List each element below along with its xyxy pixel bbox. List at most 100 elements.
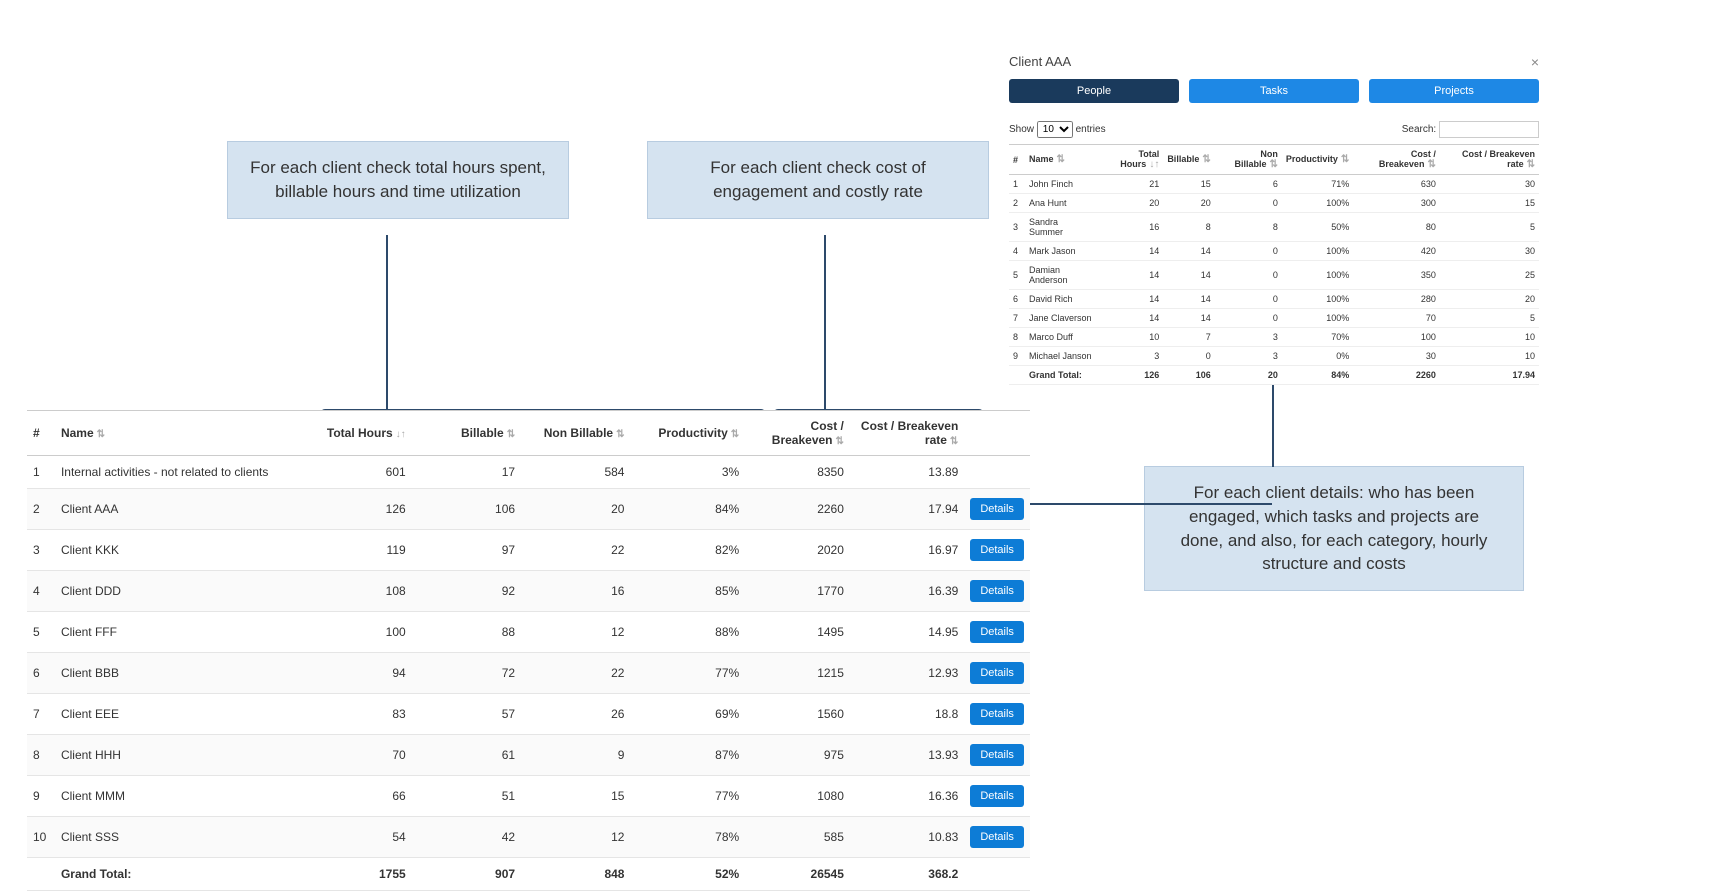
cell-productivity: 50% [1282, 213, 1353, 242]
cell-productivity: 70% [1282, 328, 1353, 347]
table-row: 2Ana Hunt20200100%30015 [1009, 194, 1539, 213]
details-button[interactable]: Details [970, 826, 1024, 848]
dcol-billable[interactable]: Billable⇅ [1163, 145, 1214, 175]
cell-productivity: 77% [630, 776, 745, 817]
cell-costberate: 13.89 [850, 456, 964, 489]
cell-billable: 15 [1163, 175, 1214, 194]
table-row: 2Client AAA1261062084%226017.94Details [27, 489, 1030, 530]
cell-index: 7 [1009, 309, 1025, 328]
cell-productivity: 100% [1282, 309, 1353, 328]
dgrand-costberate: 17.94 [1440, 366, 1539, 385]
cell-total: 54 [307, 817, 411, 858]
col-name[interactable]: Name⇅ [55, 411, 307, 456]
page-size-select[interactable]: 10 [1037, 121, 1073, 138]
table-row: 4Mark Jason14140100%42030 [1009, 242, 1539, 261]
details-button[interactable]: Details [970, 498, 1024, 520]
dcol-nonbillable[interactable]: Non Billable⇅ [1215, 145, 1282, 175]
cell-costberate: 17.94 [850, 489, 964, 530]
connector-line [824, 235, 826, 413]
col-cost-breakeven[interactable]: Cost / Breakeven⇅ [745, 411, 850, 456]
cell-index: 4 [1009, 242, 1025, 261]
cell-nonbillable: 0 [1215, 242, 1282, 261]
dcol-productivity[interactable]: Productivity⇅ [1282, 145, 1353, 175]
client-detail-panel: × Client AAA People Tasks Projects Show … [1009, 54, 1539, 385]
cell-total: 20 [1098, 194, 1163, 213]
cell-costberate: 30 [1440, 175, 1539, 194]
cell-productivity: 69% [630, 694, 745, 735]
cell-billable: 7 [1163, 328, 1214, 347]
grand-total-costberate: 368.2 [850, 858, 964, 891]
sort-icon: ⇅ [616, 429, 624, 440]
cell-name: Client EEE [55, 694, 307, 735]
cell-total: 16 [1098, 213, 1163, 242]
table-row: 1Internal activities - not related to cl… [27, 456, 1030, 489]
cell-total: 126 [307, 489, 411, 530]
close-icon[interactable]: × [1531, 54, 1539, 70]
cell-productivity: 100% [1282, 261, 1353, 290]
details-button[interactable]: Details [970, 539, 1024, 561]
cell-productivity: 100% [1282, 290, 1353, 309]
cell-name: Mark Jason [1025, 242, 1098, 261]
cell-total: 94 [307, 653, 411, 694]
cell-costbe: 420 [1353, 242, 1440, 261]
cell-billable: 14 [1163, 261, 1214, 290]
dcol-costberate[interactable]: Cost / Breakeven rate⇅ [1440, 145, 1539, 175]
dcol-index[interactable]: # [1009, 145, 1025, 175]
cell-total: 21 [1098, 175, 1163, 194]
tab-projects[interactable]: Projects [1369, 79, 1539, 103]
cell-billable: 14 [1163, 309, 1214, 328]
cell-index: 4 [27, 571, 55, 612]
cell-billable: 14 [1163, 242, 1214, 261]
cell-costberate: 15 [1440, 194, 1539, 213]
entries-label: entries [1076, 124, 1106, 135]
col-index[interactable]: # [27, 411, 55, 456]
dgrand-total-label: Grand Total: [1025, 366, 1098, 385]
cell-nonbillable: 12 [521, 817, 630, 858]
details-button[interactable]: Details [970, 662, 1024, 684]
cell-costbe: 2020 [745, 530, 850, 571]
cell-productivity: 100% [1282, 242, 1353, 261]
cell-costberate: 12.93 [850, 653, 964, 694]
details-button[interactable]: Details [970, 744, 1024, 766]
cell-billable: 0 [1163, 347, 1214, 366]
cell-costberate: 14.95 [850, 612, 964, 653]
col-billable[interactable]: Billable⇅ [412, 411, 521, 456]
cell-costberate: 18.8 [850, 694, 964, 735]
details-button[interactable]: Details [970, 785, 1024, 807]
tab-tasks[interactable]: Tasks [1189, 79, 1359, 103]
dcol-total[interactable]: Total Hours↓↑ [1098, 145, 1163, 175]
dcol-costbe[interactable]: Cost / Breakeven⇅ [1353, 145, 1440, 175]
cell-nonbillable: 20 [521, 489, 630, 530]
cell-billable: 8 [1163, 213, 1214, 242]
table-row: 4Client DDD108921685%177016.39Details [27, 571, 1030, 612]
details-button[interactable]: Details [970, 621, 1024, 643]
tab-people[interactable]: People [1009, 79, 1179, 103]
cell-index: 9 [27, 776, 55, 817]
dcol-name[interactable]: Name⇅ [1025, 145, 1098, 175]
col-nonbillable[interactable]: Non Billable⇅ [521, 411, 630, 456]
table-row: 5Damian Anderson14140100%35025 [1009, 261, 1539, 290]
cell-billable: 72 [412, 653, 521, 694]
cell-nonbillable: 16 [521, 571, 630, 612]
table-row: 3Sandra Summer168850%805 [1009, 213, 1539, 242]
sort-icon: ⇅ [1341, 154, 1349, 165]
sort-icon: ↓↑ [396, 429, 406, 440]
details-button[interactable]: Details [970, 580, 1024, 602]
col-total-hours[interactable]: Total Hours↓↑ [307, 411, 411, 456]
col-cost-breakeven-rate[interactable]: Cost / Breakeven rate⇅ [850, 411, 964, 456]
cell-costberate: 10 [1440, 328, 1539, 347]
cell-productivity: 85% [630, 571, 745, 612]
cell-name: John Finch [1025, 175, 1098, 194]
table-row: 10Client SSS54421278%58510.83Details [27, 817, 1030, 858]
cell-productivity: 78% [630, 817, 745, 858]
dgrand-nonbillable: 20 [1215, 366, 1282, 385]
search-input[interactable] [1439, 121, 1539, 138]
col-productivity[interactable]: Productivity⇅ [630, 411, 745, 456]
cell-billable: 20 [1163, 194, 1214, 213]
cell-costbe: 80 [1353, 213, 1440, 242]
cell-index: 2 [1009, 194, 1025, 213]
cell-total: 14 [1098, 290, 1163, 309]
cell-total: 3 [1098, 347, 1163, 366]
details-button[interactable]: Details [970, 703, 1024, 725]
cell-costbe: 1560 [745, 694, 850, 735]
